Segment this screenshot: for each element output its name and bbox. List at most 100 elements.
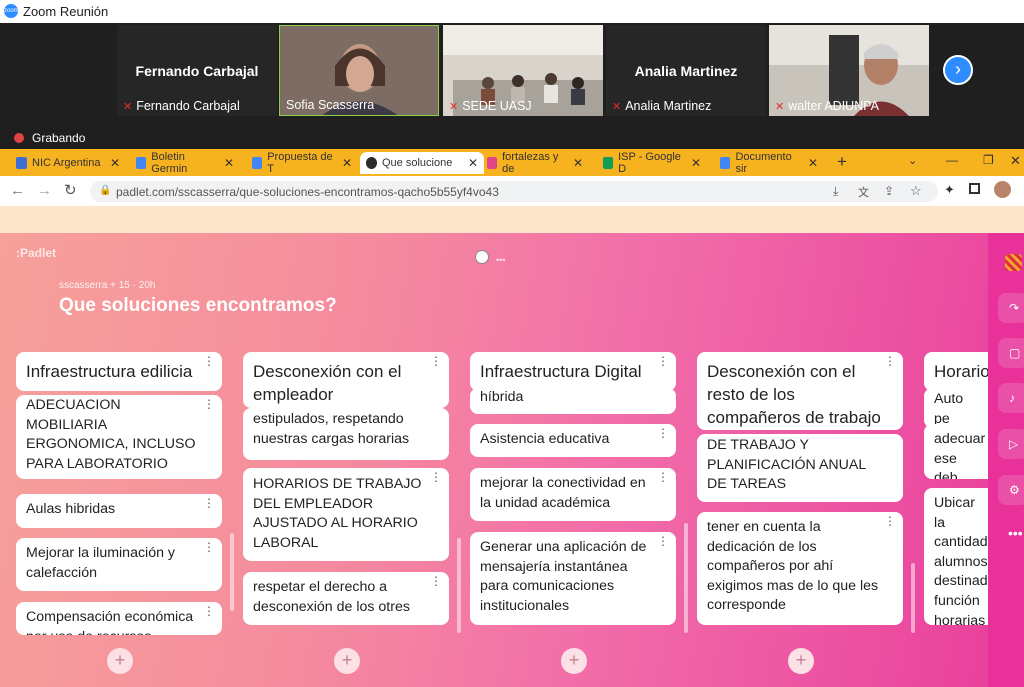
tab-favicon-icon bbox=[252, 157, 263, 169]
column-title: Horarios bbox=[934, 362, 988, 381]
column-header[interactable]: Infraestructura Digital ⋮ bbox=[470, 352, 676, 391]
post-menu-icon[interactable]: ⋮ bbox=[657, 427, 669, 439]
browser-tab[interactable]: ISP - Google D ✕ bbox=[603, 151, 701, 175]
post-card[interactable]: HORARIOS DE TRABAJO DEL EMPLEADOR AJUSTA… bbox=[243, 468, 449, 561]
column-menu-icon[interactable]: ⋮ bbox=[430, 355, 442, 367]
post-menu-icon[interactable]: ⋮ bbox=[430, 575, 442, 587]
url-bar[interactable]: 🔒 padlet.com/sscasserra/que-soluciones-e… bbox=[90, 181, 938, 202]
add-post-button[interactable]: + bbox=[788, 648, 814, 674]
share-icon[interactable]: ↷ bbox=[998, 293, 1024, 323]
participant-tile[interactable]: Fernando Carbajal ✕ Fernando Carbajal bbox=[117, 25, 277, 116]
column-scrollbar[interactable] bbox=[230, 533, 234, 611]
column-scrollbar[interactable] bbox=[911, 563, 915, 633]
post-card[interactable]: Generar una aplicación de mensajería ins… bbox=[470, 532, 676, 625]
column-header[interactable]: Desconexión con el empleador ⋮ bbox=[243, 352, 449, 408]
browser-tab[interactable]: Boletin Germin ✕ bbox=[136, 151, 234, 175]
translate-icon[interactable]: 文 bbox=[858, 184, 869, 200]
collaborator-avatar[interactable] bbox=[475, 250, 489, 264]
post-menu-icon[interactable]: ⋮ bbox=[203, 398, 215, 410]
browser-tab[interactable]: Propuesta de T ✕ bbox=[252, 151, 352, 175]
close-window-icon[interactable]: ✕ bbox=[1010, 153, 1021, 169]
add-post-button[interactable]: + bbox=[561, 648, 587, 674]
post-menu-icon[interactable]: ⋮ bbox=[657, 471, 669, 483]
post-menu-icon[interactable]: ⋮ bbox=[203, 541, 215, 553]
post-card[interactable]: estipulados, respetando nuestras cargas … bbox=[243, 408, 449, 460]
post-card[interactable]: Auto pe bbox=[924, 388, 988, 428]
post-card[interactable]: Ubicar la cantidad alumnos destinad func… bbox=[924, 488, 988, 625]
padlet-logo[interactable]: :Padlet bbox=[16, 246, 56, 260]
restore-icon[interactable]: ❐ bbox=[983, 153, 994, 167]
browser-tab-active[interactable]: Que solucione ✕ bbox=[360, 152, 484, 174]
post-menu-icon[interactable]: ⋮ bbox=[203, 497, 215, 509]
close-icon[interactable]: ✕ bbox=[342, 156, 352, 170]
profile-avatar[interactable] bbox=[994, 181, 1011, 198]
close-icon[interactable]: ✕ bbox=[808, 156, 818, 170]
new-tab-icon[interactable]: + bbox=[837, 152, 847, 172]
add-post-button[interactable]: + bbox=[334, 648, 360, 674]
bookmark-star-icon[interactable]: ☆ bbox=[910, 183, 922, 199]
close-icon[interactable]: ✕ bbox=[691, 156, 701, 170]
participant-big-name: Fernando Carbajal bbox=[135, 63, 259, 79]
column-header[interactable]: Infraestructura edilicia ⋮ bbox=[16, 352, 222, 391]
padlet-action-sidebar: ↷ ▢ ♪ ▷ ⚙ ••• bbox=[988, 233, 1024, 687]
slideshow-icon[interactable]: ▢ bbox=[998, 338, 1024, 368]
post-text: Ubicar la cantidad alumnos destinad func… bbox=[934, 495, 988, 625]
post-text: Auto pe bbox=[934, 391, 964, 427]
participant-tile[interactable]: Analia Martinez ✕ Analia Martinez bbox=[606, 25, 766, 116]
participant-tile[interactable]: ✕ walter ADIUNPA bbox=[769, 25, 929, 116]
browser-tab[interactable]: NIC Argentina ✕ bbox=[16, 152, 120, 174]
add-post-button[interactable]: + bbox=[107, 648, 133, 674]
browser-tab[interactable]: fortalezas y de ✕ bbox=[487, 151, 583, 175]
column-title: Desconexión con el empleador bbox=[253, 362, 402, 404]
post-menu-icon[interactable]: ⋮ bbox=[203, 605, 215, 617]
post-card[interactable]: respetar el derecho a desconexión de los… bbox=[243, 572, 449, 625]
padlet-app-icon[interactable] bbox=[1005, 254, 1022, 271]
post-card[interactable]: mejorar la conectividad en la unidad aca… bbox=[470, 468, 676, 521]
post-card[interactable]: DE TRABAJO Y PLANIFICACIÓN ANUAL DE TARE… bbox=[697, 434, 903, 502]
post-card[interactable]: adecuar ese deb bbox=[924, 424, 988, 479]
loading-dots-icon: ••• bbox=[496, 255, 506, 265]
recording-bar: Grabando bbox=[0, 126, 1024, 149]
column-scrollbar[interactable] bbox=[457, 538, 461, 633]
post-card[interactable]: Asistencia educativa ⋮ bbox=[470, 424, 676, 457]
minimize-icon[interactable]: — bbox=[946, 153, 958, 167]
post-card[interactable]: Compensación económica por uso de recurs… bbox=[16, 602, 222, 635]
browser-tab[interactable]: Documento sir ✕ bbox=[720, 151, 818, 175]
extensions-icon[interactable]: ✦ bbox=[944, 182, 955, 198]
browser-tab-bar: NIC Argentina ✕ Boletin Germin ✕ Propuesta… bbox=[0, 149, 1024, 176]
close-icon[interactable]: ✕ bbox=[110, 156, 120, 170]
column-menu-icon[interactable]: ⋮ bbox=[203, 355, 215, 367]
column-menu-icon[interactable]: ⋮ bbox=[884, 355, 896, 367]
chevron-right-icon[interactable]: › bbox=[943, 55, 973, 85]
post-menu-icon[interactable]: ⋮ bbox=[657, 535, 669, 547]
play-icon[interactable]: ▷ bbox=[998, 429, 1024, 459]
install-icon[interactable]: ⤓ bbox=[833, 184, 838, 199]
column-header[interactable]: Desconexión con el resto de los compañer… bbox=[697, 352, 903, 430]
share-icon[interactable]: ⇪ bbox=[884, 184, 894, 198]
recording-icon bbox=[14, 133, 24, 143]
close-icon[interactable]: ✕ bbox=[573, 156, 583, 170]
tab-search-icon[interactable]: ⌄ bbox=[908, 154, 917, 167]
post-card[interactable]: híbrida bbox=[470, 388, 676, 414]
more-options-icon[interactable]: ••• bbox=[1008, 525, 1023, 541]
column-menu-icon[interactable]: ⋮ bbox=[657, 355, 669, 367]
post-card[interactable]: ADECUACION MOBILIARIA ERGONOMICA, INCLUS… bbox=[16, 395, 222, 479]
close-icon[interactable]: ✕ bbox=[224, 156, 234, 170]
close-icon[interactable]: ✕ bbox=[468, 156, 478, 170]
reload-icon[interactable]: ↻ bbox=[64, 181, 77, 199]
forward-icon[interactable]: → bbox=[37, 182, 52, 199]
post-menu-icon[interactable]: ⋮ bbox=[884, 515, 896, 527]
mic-muted-icon: ✕ bbox=[123, 100, 133, 113]
post-menu-icon[interactable]: ⋮ bbox=[430, 471, 442, 483]
post-card[interactable]: Aulas hibridas ⋮ bbox=[16, 494, 222, 528]
post-card[interactable]: Mejorar la iluminación y calefacción ⋮ bbox=[16, 538, 222, 591]
column-header[interactable]: Horarios bbox=[924, 352, 988, 391]
sidepanel-icon[interactable] bbox=[969, 183, 980, 194]
column-scrollbar[interactable] bbox=[684, 523, 688, 633]
settings-gear-icon[interactable]: ⚙ bbox=[998, 475, 1024, 505]
participant-tile[interactable]: ✕ SEDE UASJ bbox=[443, 25, 603, 116]
post-card[interactable]: tener en cuenta la dedicación de los com… bbox=[697, 512, 903, 625]
back-icon[interactable]: ← bbox=[10, 182, 25, 199]
participant-tile[interactable]: Sofia Scasserra bbox=[279, 25, 439, 116]
bell-icon[interactable]: ♪ bbox=[998, 383, 1024, 413]
